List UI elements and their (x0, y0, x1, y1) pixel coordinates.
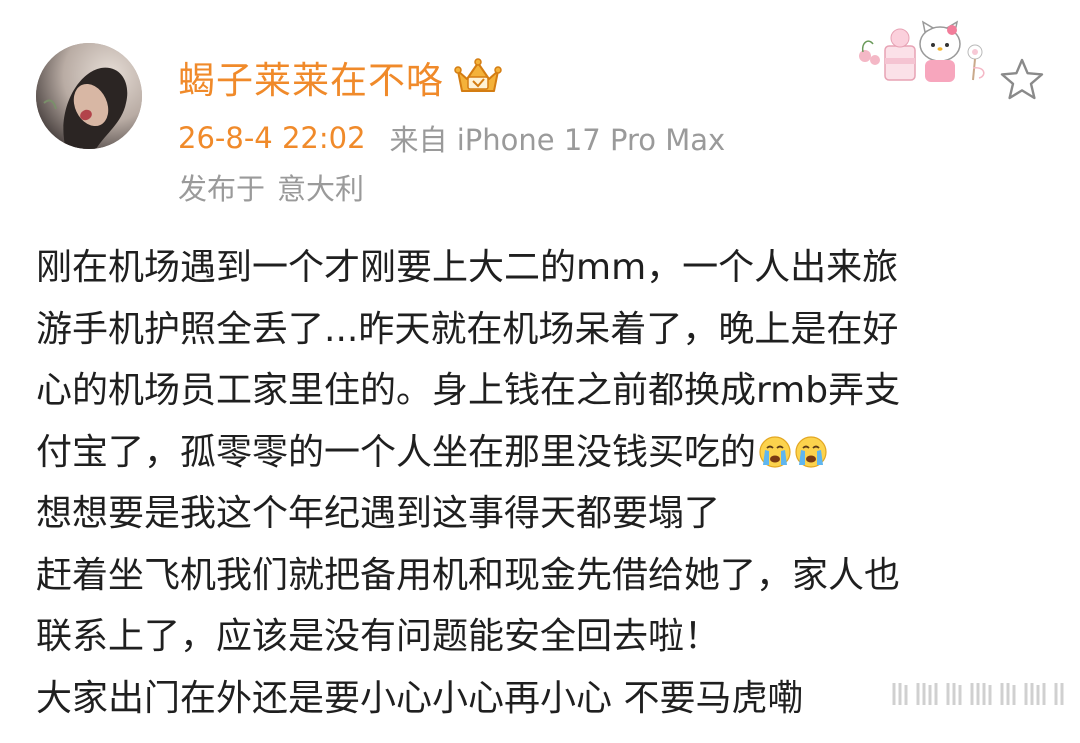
star-icon[interactable] (998, 56, 1046, 104)
post-line: 付宝了，孤零零的一个人坐在那里没钱买吃的 (36, 431, 757, 473)
weibo-post: 蝎子莱莱在不咯 26-8-4 22:02 来自 iPhone 17 Pro Ma… (0, 0, 1080, 743)
avatar[interactable] (36, 43, 142, 149)
location-name: 意大利 (277, 172, 365, 206)
post-line: 刚在机场遇到一个才刚要上大二的mm，一个人出来旅 (36, 247, 899, 288)
crown-vip-icon[interactable] (454, 57, 502, 97)
crying-face-icon (794, 427, 828, 468)
username-row: 蝎子莱莱在不咯 (178, 52, 502, 102)
post-meta: 26-8-4 22:02 来自 iPhone 17 Pro Max (178, 118, 725, 158)
hello-kitty-sticker (845, 8, 995, 92)
post-line: 赶着坐飞机我们就把备用机和现金先借给她了，家人也 (36, 554, 901, 596)
post-line: 联系上了，应该是没有问题能安全回去啦！ (36, 616, 721, 657)
post-timestamp: 26-8-4 22:02 (178, 121, 366, 155)
crying-face-icon (758, 427, 792, 468)
post-line-with-emoji: 付宝了，孤零零的一个人坐在那里没钱买吃的 (36, 422, 1046, 484)
post-location: 发布于 意大利 (178, 167, 364, 207)
post-content: 刚在机场遇到一个才刚要上大二的mm，一个人出来旅 游手机护照全丢了...昨天就在… (36, 237, 1046, 729)
watermark (888, 677, 1072, 711)
post-line: 想想要是我这个年纪遇到这事得天都要塌了 (36, 493, 721, 534)
post-line: 游手机护照全丢了...昨天就在机场呆着了，晚上是在好 (36, 308, 899, 350)
location-prefix: 发布于 (178, 172, 266, 206)
username[interactable]: 蝎子莱莱在不咯 (178, 50, 444, 104)
post-line: 心的机场员工家里住的。身上钱在之前都换成rmb弄支 (36, 370, 901, 411)
post-source: 来自 iPhone 17 Pro Max (389, 123, 726, 157)
